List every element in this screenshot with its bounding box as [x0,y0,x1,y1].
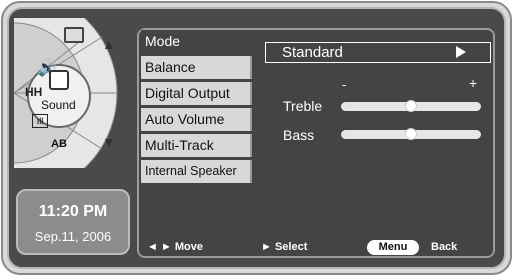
setup-icon[interactable]: ıll [32,114,48,128]
scale-minus-label: - [342,77,347,92]
nav-bar: ◄ ► Move ► Select Menu Back [143,240,491,256]
menu-button[interactable]: Menu [367,240,419,255]
menu-item-auto-volume[interactable]: Auto Volume [141,108,252,131]
antenna-icon[interactable]: HH [25,85,42,99]
clock-date: Sep.11, 2006 [34,229,112,244]
menu-list: Mode Balance Digital Output Auto Volume … [141,30,252,186]
nav-back[interactable]: Back [431,241,457,253]
menu-item-balance[interactable]: Balance [141,56,252,79]
menu-item-internal-speaker[interactable]: Internal Speaker [141,160,252,183]
down-arrow-icon[interactable]: ▼ [102,134,116,150]
up-arrow-icon[interactable]: ▲ [102,36,116,52]
tv-screen-icon[interactable] [64,27,84,43]
nav-select: ► Select [261,241,308,253]
mode-value-label: Standard [282,44,343,61]
mode-value-select[interactable]: Standard [265,42,491,63]
nav-move: ◄ ► Move [147,241,204,253]
right-arrow-icon [456,46,466,58]
sound-dial: 🔊 HH ıll AB Sound ▲ ▼ [14,18,129,168]
bass-slider[interactable] [341,128,481,140]
treble-slider-thumb[interactable] [405,100,417,112]
sound-center-icon [49,70,69,90]
sound-center-label[interactable]: Sound [41,98,76,112]
sound-menu-panel: Mode Balance Digital Output Auto Volume … [137,28,495,258]
treble-slider[interactable] [341,100,481,112]
bass-label: Bass [283,127,315,143]
clock-time: 11:20 PM [38,203,108,220]
ab-icon[interactable]: AB [51,138,67,150]
menu-item-multi-track[interactable]: Multi-Track [141,134,252,157]
menu-item-digital-output[interactable]: Digital Output [141,82,252,105]
menu-item-mode[interactable]: Mode [141,30,252,53]
treble-label: Treble [283,98,323,114]
clock-box: 11:20 PM Sep.11, 2006 [16,189,130,255]
scale-plus-label: + [469,75,478,91]
bass-slider-thumb[interactable] [405,128,417,140]
